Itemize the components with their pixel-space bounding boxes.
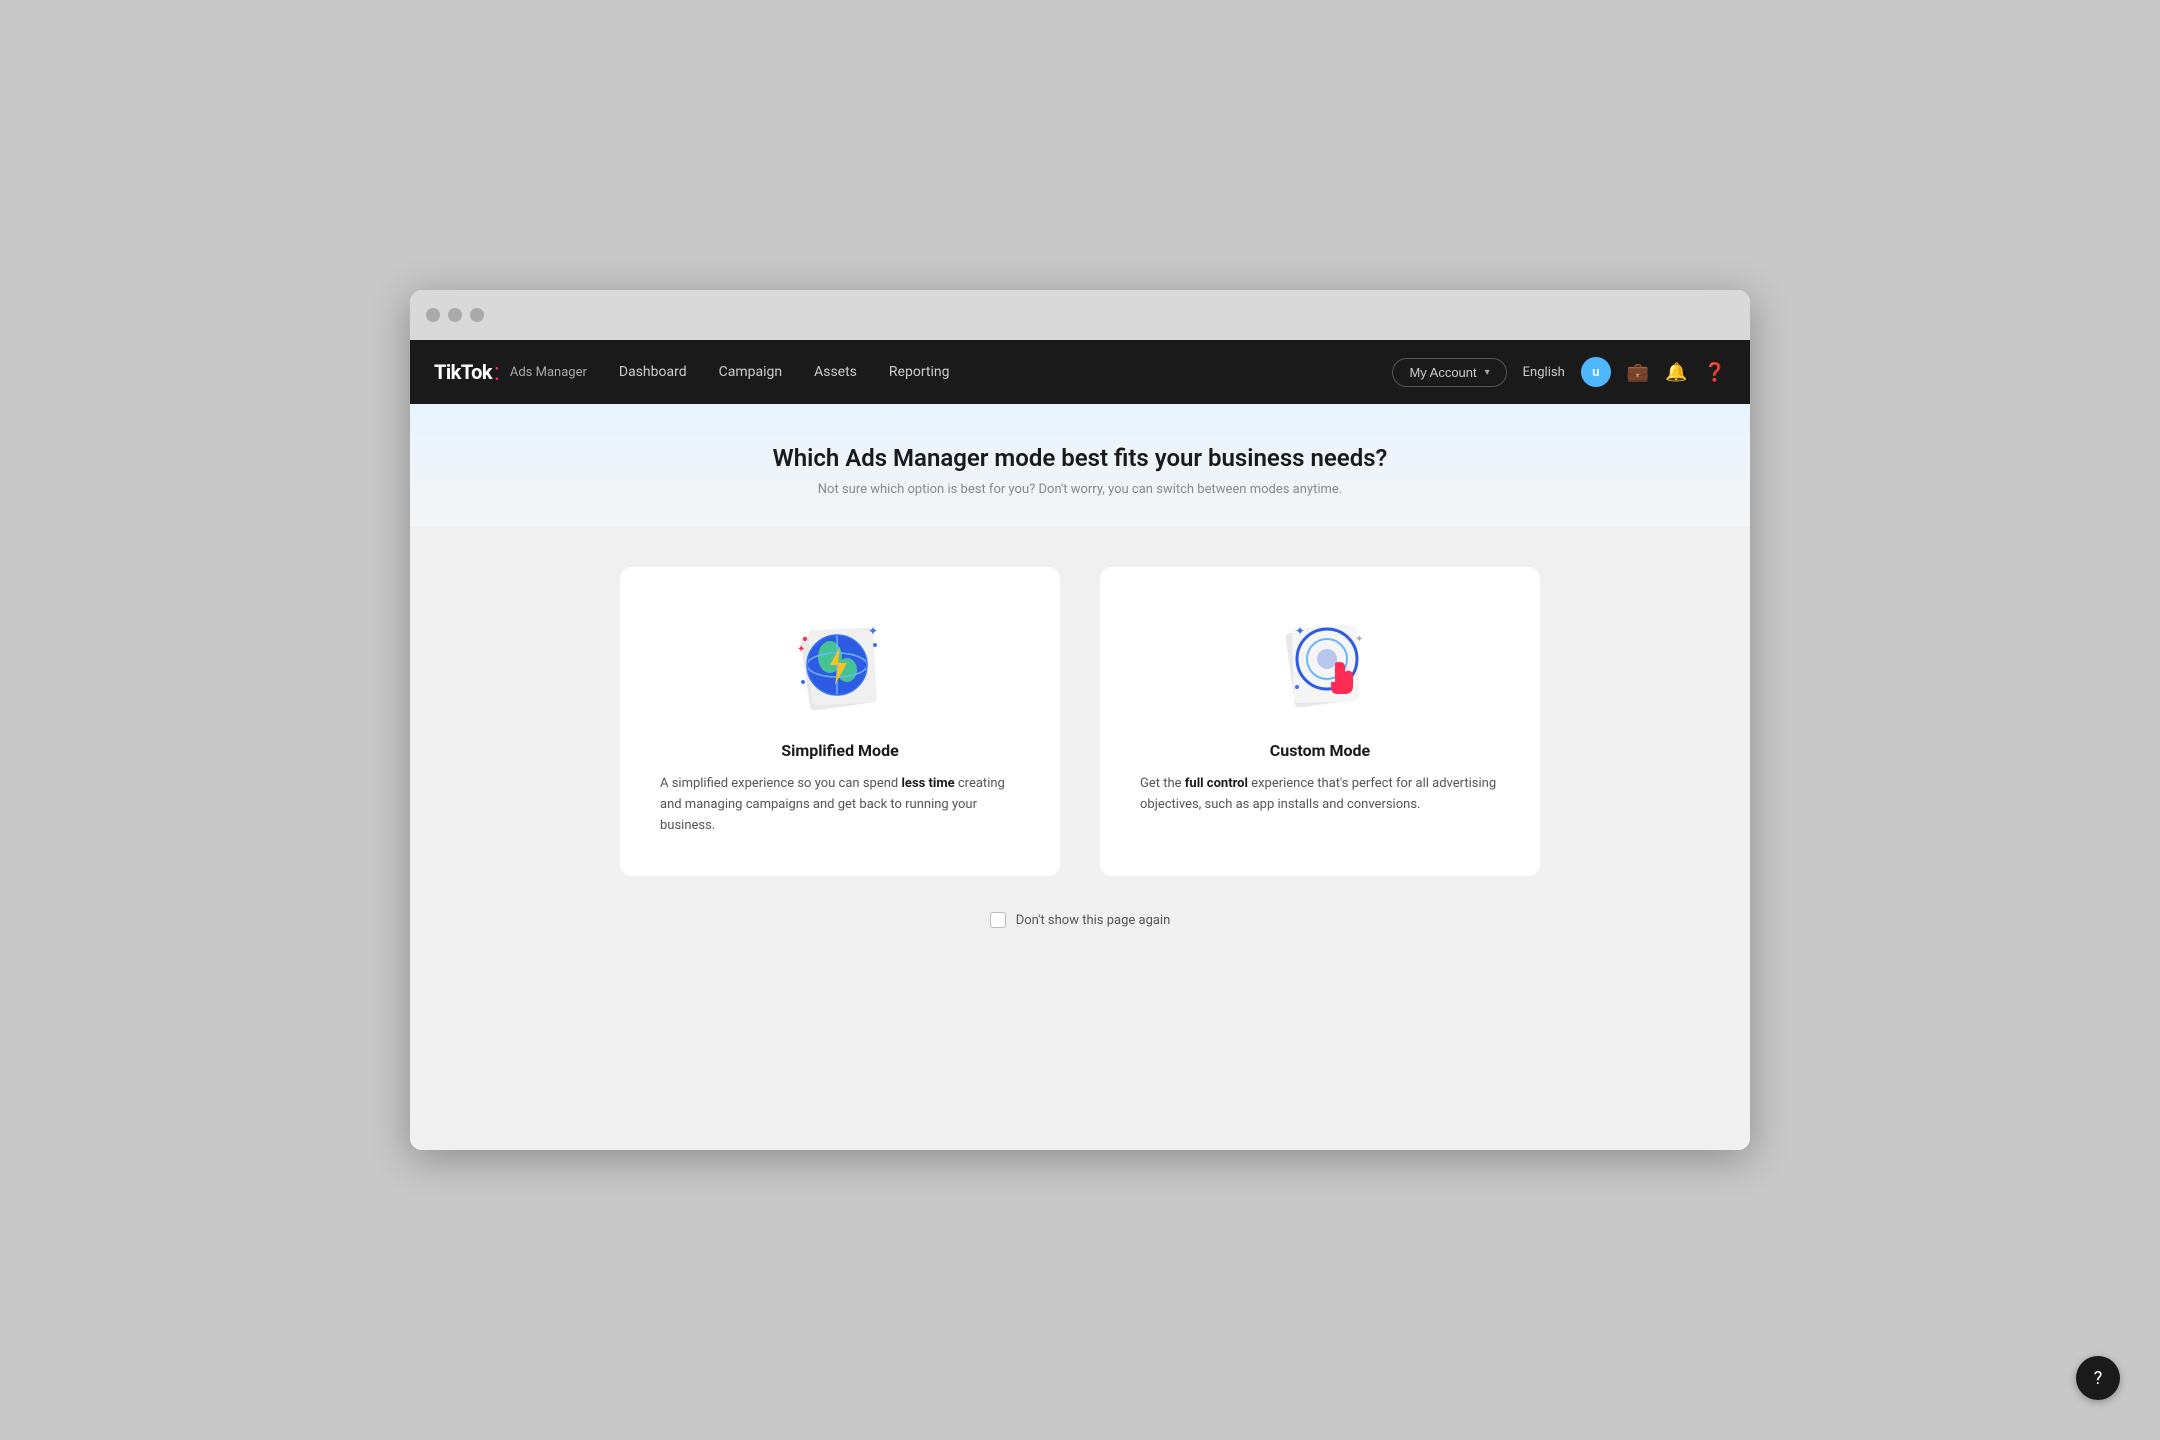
ads-manager-label: Ads Manager [510, 365, 587, 380]
navbar: TikTok : Ads Manager Dashboard Campaign … [410, 340, 1750, 404]
bell-icon[interactable]: 🔔 [1665, 362, 1687, 383]
svg-text:✦: ✦ [868, 624, 878, 638]
svg-text:✦: ✦ [1295, 624, 1305, 638]
main-content: ✦ ✦ Simplified Mode A simplified experie… [410, 527, 1750, 1150]
custom-mode-title: Custom Mode [1270, 741, 1370, 760]
browser-dot-green [470, 308, 484, 322]
simplified-desc-prefix: A simplified experience so you can spend [660, 776, 901, 791]
dont-show-checkbox[interactable] [990, 912, 1006, 928]
language-selector[interactable]: English [1523, 365, 1565, 380]
avatar[interactable]: u [1581, 357, 1611, 387]
browser-content: TikTok : Ads Manager Dashboard Campaign … [410, 340, 1750, 1150]
custom-mode-svg: ✦ ✦ [1255, 607, 1385, 717]
cards-row: ✦ ✦ Simplified Mode A simplified experie… [600, 567, 1560, 876]
browser-window: TikTok : Ads Manager Dashboard Campaign … [410, 290, 1750, 1150]
nav-assets[interactable]: Assets [814, 360, 857, 384]
briefcase-icon[interactable]: 💼 [1627, 362, 1649, 383]
browser-dot-red [426, 308, 440, 322]
simplified-desc-highlight: less time [901, 776, 954, 791]
navbar-nav: Dashboard Campaign Assets Reporting [619, 360, 1393, 384]
simplified-illustration: ✦ ✦ [660, 607, 1020, 717]
navbar-right: My Account ▾ English u 💼 🔔 ❓ [1392, 357, 1726, 387]
browser-titlebar [410, 290, 1750, 340]
hero-subtitle: Not sure which option is best for you? D… [430, 482, 1730, 497]
brand: TikTok : Ads Manager [434, 360, 587, 384]
tiktok-wordmark: TikTok [434, 360, 492, 384]
my-account-button[interactable]: My Account ▾ [1392, 358, 1506, 387]
custom-desc-prefix: Get the [1140, 776, 1185, 791]
custom-mode-description: Get the full control experience that's p… [1140, 774, 1500, 816]
hero-section: Which Ads Manager mode best fits your bu… [410, 404, 1750, 527]
help-icon[interactable]: ❓ [1704, 362, 1726, 383]
dont-show-label: Don't show this page again [1016, 913, 1171, 928]
browser-dot-yellow [448, 308, 462, 322]
simplified-mode-svg: ✦ ✦ [775, 607, 905, 717]
simplified-mode-title: Simplified Mode [781, 741, 898, 760]
nav-reporting[interactable]: Reporting [889, 360, 950, 384]
nav-campaign[interactable]: Campaign [719, 360, 782, 384]
dont-show-again-row[interactable]: Don't show this page again [990, 912, 1171, 928]
svg-text:✦: ✦ [797, 644, 805, 655]
chevron-down-icon: ▾ [1485, 367, 1490, 378]
simplified-mode-description: A simplified experience so you can spend… [660, 774, 1020, 836]
svg-text:✦: ✦ [1355, 634, 1363, 645]
floating-help-icon: ? [2094, 1368, 2103, 1389]
tiktok-logo: TikTok : [434, 360, 500, 384]
nav-dashboard[interactable]: Dashboard [619, 360, 687, 384]
tiktok-dot: : [494, 360, 500, 384]
my-account-label: My Account [1409, 365, 1476, 380]
floating-help-button[interactable]: ? [2076, 1356, 2120, 1400]
custom-mode-card[interactable]: ✦ ✦ Custom Mode Get the full control exp… [1100, 567, 1540, 876]
simplified-mode-card[interactable]: ✦ ✦ Simplified Mode A simplified experie… [620, 567, 1060, 876]
hero-title: Which Ads Manager mode best fits your bu… [430, 444, 1730, 472]
custom-illustration: ✦ ✦ [1140, 607, 1500, 717]
custom-desc-highlight: full control [1185, 776, 1248, 791]
